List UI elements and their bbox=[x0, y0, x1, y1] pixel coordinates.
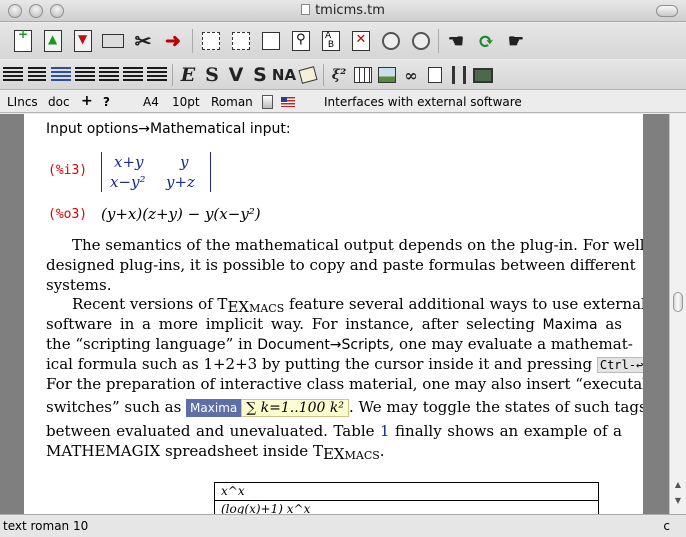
maxima-switch-tag[interactable]: Maxima bbox=[186, 399, 242, 417]
cut-icon[interactable] bbox=[228, 28, 254, 54]
font-toggle-button[interactable] bbox=[262, 95, 273, 109]
help-button[interactable]: ? bbox=[103, 95, 110, 109]
image-icon[interactable] bbox=[374, 62, 400, 88]
align-left-icon[interactable] bbox=[0, 62, 26, 88]
focus-section-label[interactable]: Interfaces with external software bbox=[324, 95, 522, 109]
paragraph-line: designed plug-ins, it is possible to cop… bbox=[46, 256, 636, 274]
preferences-icon[interactable]: ✂ bbox=[130, 28, 156, 54]
us-flag-icon[interactable] bbox=[281, 97, 295, 107]
editor-area[interactable]: Input options→Mathematical input: (%i3) … bbox=[0, 114, 669, 514]
new-document-icon[interactable]: + bbox=[10, 27, 36, 54]
window-title-area: tmicms.tm bbox=[0, 3, 686, 18]
main-toolbar: + ▲ ▼ ✂ ➜ ⚲ A B ✕ ☚ ⟳ ☛ bbox=[0, 23, 686, 59]
open-document-icon[interactable]: ▲ bbox=[40, 28, 66, 54]
paragraph-line: switches” such as Maxima ∑ k=1..100 k². W… bbox=[46, 398, 643, 417]
refresh-icon[interactable]: ⟳ bbox=[473, 28, 499, 54]
output-prompt: (%o3) bbox=[48, 207, 88, 222]
matrix-cell: x+y bbox=[114, 153, 144, 171]
section-heading: Input options→Mathematical input: bbox=[46, 121, 291, 137]
table-reference-link[interactable]: 1 bbox=[380, 422, 390, 440]
redo-icon[interactable] bbox=[408, 28, 434, 54]
spreadsheet-table[interactable]: x^x (log(x)+1) x^x bbox=[214, 482, 599, 514]
duplicate-icon[interactable] bbox=[422, 62, 448, 88]
align-right-icon[interactable] bbox=[72, 62, 98, 88]
font-size-menu[interactable]: 10pt bbox=[172, 95, 200, 109]
film-icon[interactable] bbox=[446, 62, 472, 88]
paper-size-menu[interactable]: A4 bbox=[143, 95, 159, 109]
itemize-icon[interactable] bbox=[120, 62, 146, 88]
scrollbar-thumb[interactable] bbox=[673, 292, 683, 312]
matrix-cell: y+z bbox=[166, 173, 195, 191]
keyboard-shortcut: Ctrl-↩ bbox=[596, 357, 643, 373]
output-formula: (y+x)(z+y) − y(x−y²) bbox=[101, 205, 261, 223]
sample-button[interactable]: S bbox=[247, 62, 273, 88]
paragraph-line: ical formula such as 1+2+3 by putting th… bbox=[46, 355, 643, 373]
paragraph-line: systems. bbox=[46, 276, 112, 294]
paragraph-line: Recent versions of TEXMACS feature sever… bbox=[72, 295, 643, 316]
search-icon[interactable]: ⚲ bbox=[288, 28, 314, 54]
paragraph-line: between evaluated and unevaluated. Table… bbox=[46, 422, 622, 440]
focus-bar: LIncs doc + ? A4 10pt Roman Interfaces w… bbox=[0, 91, 686, 113]
table-row[interactable]: x^x bbox=[215, 483, 598, 501]
input-prompt: (%i3) bbox=[48, 163, 88, 178]
input-matrix[interactable]: x+y y x−y² y+z bbox=[101, 152, 211, 192]
back-icon[interactable]: ☚ bbox=[443, 28, 469, 54]
export-icon[interactable]: ➜ bbox=[160, 28, 186, 54]
forward-icon[interactable]: ☛ bbox=[503, 28, 529, 54]
paste-icon[interactable] bbox=[258, 28, 284, 54]
verbatim-button[interactable]: V bbox=[223, 62, 249, 88]
style-menu[interactable]: doc bbox=[48, 95, 70, 109]
window-title: tmicms.tm bbox=[315, 3, 385, 18]
formula-icon[interactable]: ξ² bbox=[326, 62, 352, 88]
note-icon[interactable] bbox=[295, 62, 321, 88]
vertical-scrollbar[interactable]: ▲ ▼ bbox=[669, 114, 686, 514]
spell-check-icon[interactable]: ✕ bbox=[348, 28, 374, 54]
format-toolbar: E S V S NA ξ² ∞ bbox=[0, 60, 686, 90]
typewriter-icon[interactable] bbox=[24, 62, 50, 88]
save-document-icon[interactable]: ▼ bbox=[70, 28, 96, 54]
emphasize-button[interactable]: E bbox=[175, 62, 201, 88]
document-page[interactable]: Input options→Mathematical input: (%i3) … bbox=[24, 114, 643, 514]
screen-icon[interactable] bbox=[470, 62, 496, 88]
matrix-cell: y bbox=[180, 153, 189, 171]
paragraph-line: For the preparation of interactive class… bbox=[46, 375, 643, 393]
matrix-cell: x−y² bbox=[110, 173, 146, 191]
status-left-text: text roman 10 bbox=[3, 519, 89, 533]
undo-icon[interactable] bbox=[378, 28, 404, 54]
copy-icon[interactable] bbox=[198, 28, 224, 54]
document-icon bbox=[301, 4, 311, 15]
table-row[interactable]: (log(x)+1) x^x bbox=[215, 501, 598, 514]
paragraph-line: MATHEMAGIX spreadsheet inside TEXMACS. bbox=[46, 442, 385, 463]
scroll-down-icon[interactable]: ▼ bbox=[673, 496, 683, 506]
link-icon[interactable]: ∞ bbox=[398, 62, 424, 88]
status-right-text: c bbox=[663, 519, 670, 533]
sum-formula-field[interactable]: ∑ k=1..100 k² bbox=[241, 399, 349, 417]
paragraph-line: software in a more implicit way. For ins… bbox=[46, 315, 622, 333]
list-icon[interactable] bbox=[96, 62, 122, 88]
add-package-button[interactable]: + bbox=[81, 93, 93, 109]
paragraph-line: The semantics of the mathematical output… bbox=[72, 236, 643, 254]
print-icon[interactable] bbox=[100, 28, 126, 54]
font-menu[interactable]: Roman bbox=[211, 95, 253, 109]
scroll-up-icon[interactable]: ▲ bbox=[673, 480, 683, 490]
tag-icon[interactable] bbox=[144, 62, 170, 88]
title-bar: tmicms.tm bbox=[0, 0, 686, 22]
replace-icon[interactable]: A B bbox=[318, 28, 344, 54]
paragraph-line: the “scripting language” in Document→Scr… bbox=[46, 335, 633, 353]
status-bar: text roman 10 c bbox=[0, 514, 686, 537]
align-center-icon[interactable] bbox=[48, 62, 74, 88]
toolbar-toggle-button[interactable] bbox=[656, 5, 678, 17]
table-icon[interactable] bbox=[350, 62, 376, 88]
name-button[interactable]: NA bbox=[271, 62, 297, 88]
mode-menu[interactable]: LIncs bbox=[7, 95, 38, 109]
strong-button[interactable]: S bbox=[199, 62, 225, 88]
